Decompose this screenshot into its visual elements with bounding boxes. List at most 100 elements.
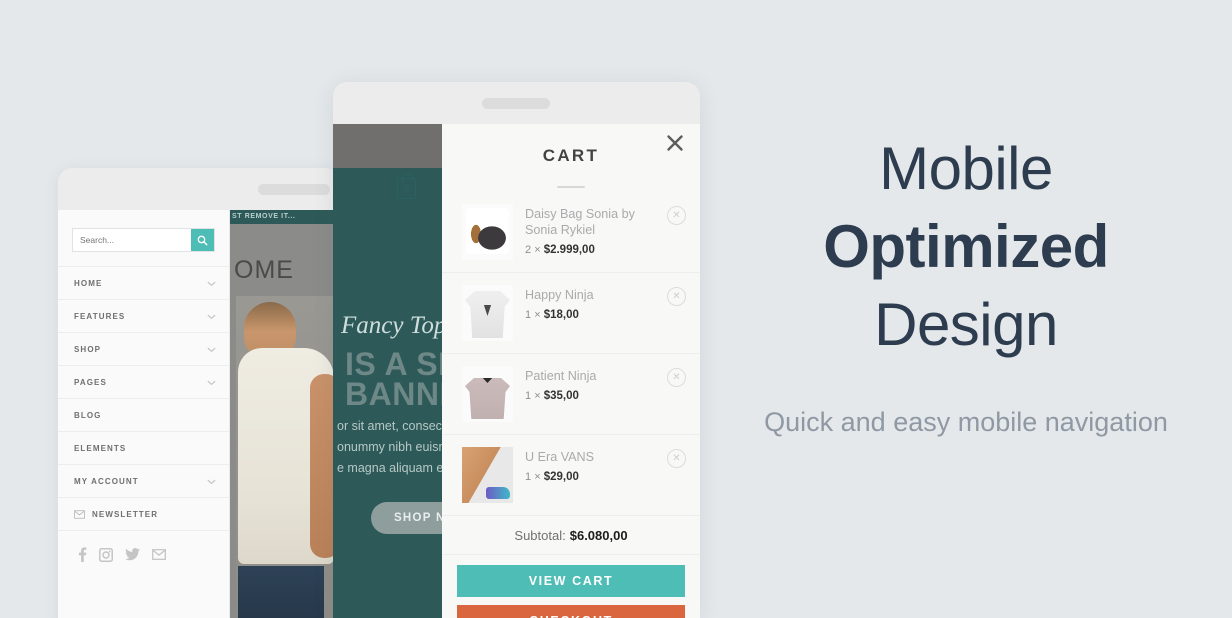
banner-overlay-bar (333, 124, 442, 168)
list-item[interactable]: U Era VANS 1 × $29,00 ✕ (442, 434, 700, 515)
cart-item-name: Daisy Bag Sonia by Sonia Rykiel (525, 207, 635, 237)
remove-item-icon[interactable]: ✕ (667, 368, 686, 387)
sidebar-item-shop[interactable]: SHOP (58, 332, 229, 365)
search-row (58, 210, 229, 266)
hero-banner: 5 Fancy Top Title IS A SIMPLE BANNER or … (333, 124, 442, 618)
center-phone-screen: 5 Fancy Top Title IS A SIMPLE BANNER or … (333, 124, 700, 618)
banner-body-line: e magna aliquam erat (337, 461, 442, 475)
sidebar-item-home[interactable]: HOME (58, 266, 229, 299)
cart-item-multiply-sign: × (534, 244, 541, 256)
headline: Mobile Optimized Design (760, 130, 1172, 364)
hero-photo-jeans (238, 566, 324, 618)
search-box[interactable] (72, 228, 215, 252)
sidebar-item-label: SHOP (74, 344, 102, 354)
close-cart-button[interactable] (662, 130, 688, 156)
banner-body-line: or sit amet, consectetuer (337, 419, 442, 433)
promo-topbar: ST REMOVE IT... (230, 210, 340, 224)
left-phone-background-page: ST REMOVE IT... OME 5 (230, 210, 340, 618)
cart-subtotal: Subtotal: $6.080,00 (442, 515, 700, 555)
tshirt-thumbnail (462, 285, 513, 341)
close-icon (667, 135, 683, 151)
chevron-down-icon (207, 314, 216, 319)
view-cart-button[interactable]: VIEW CART (457, 565, 685, 597)
search-icon (197, 235, 208, 246)
sidebar-item-label: NEWSLETTER (92, 509, 159, 519)
cart-item-price: $35,00 (543, 390, 579, 402)
hoodie-thumbnail (462, 366, 513, 422)
cart-item-price: $2.999,00 (543, 244, 595, 256)
cart-item-multiply-sign: × (534, 471, 541, 483)
sidebar-item-label: FEATURES (74, 311, 126, 321)
headline-line3: Design (874, 291, 1058, 358)
cart-item-qty: 1 (525, 471, 532, 483)
remove-item-icon[interactable]: ✕ (667, 206, 686, 225)
checkout-button[interactable]: CHECKOUT (457, 605, 685, 618)
chevron-down-icon (207, 479, 216, 484)
instagram-icon[interactable] (99, 547, 113, 562)
cart-item-qty: 1 (525, 390, 532, 402)
headline-line2: Optimized (823, 213, 1109, 280)
remove-item-icon[interactable]: ✕ (667, 449, 686, 468)
sidebar-item-blog[interactable]: BLOG (58, 398, 229, 431)
phone-speaker-grill (482, 98, 550, 109)
cart-item-qty-price: 1 × $18,00 (525, 309, 667, 321)
email-icon[interactable] (152, 549, 166, 560)
handbag-thumbnail (462, 204, 513, 260)
cart-header: CART (442, 124, 700, 188)
cart-icon[interactable]: 5 (397, 174, 416, 199)
sidebar-item-newsletter[interactable]: NEWSLETTER (58, 497, 229, 530)
search-input[interactable] (73, 229, 191, 251)
cart-item-name: Happy Ninja (525, 288, 594, 302)
cart-item-name: U Era VANS (525, 450, 595, 464)
phone-speaker-grill (258, 184, 330, 195)
sidebar-item-label: BLOG (74, 410, 102, 420)
sidebar-item-label: PAGES (74, 377, 107, 387)
cart-item-info: Daisy Bag Sonia by Sonia Rykiel 2 × $2.9… (525, 204, 667, 256)
cart-count: 5 (404, 183, 409, 193)
cart-panel: CART Daisy Bag Sonia by Sonia Rykiel 2 ×… (442, 124, 700, 618)
list-item[interactable]: Patient Ninja 1 × $35,00 ✕ (442, 353, 700, 434)
banner-body-text: or sit amet, consectetuer onummy nibh eu… (337, 416, 442, 479)
cart-drag-handle[interactable] (557, 186, 585, 188)
subtotal-value: $6.080,00 (569, 527, 628, 543)
cart-item-qty-price: 1 × $35,00 (525, 390, 667, 402)
cart-item-info: U Era VANS 1 × $29,00 (525, 447, 667, 483)
sidebar-item-label: MY ACCOUNT (74, 476, 139, 486)
twitter-icon[interactable] (125, 548, 140, 561)
cart-item-qty-price: 2 × $2.999,00 (525, 244, 667, 256)
left-phone-mockup: ST REMOVE IT... OME 5 (58, 168, 340, 618)
social-links (58, 530, 229, 562)
remove-item-icon[interactable]: ✕ (667, 287, 686, 306)
cart-item-price: $29,00 (543, 471, 579, 483)
banner-headline-line2: BANNER (345, 376, 442, 412)
cart-item-multiply-sign: × (534, 309, 541, 321)
cart-item-multiply-sign: × (534, 390, 541, 402)
chevron-down-icon (207, 347, 216, 352)
headline-line1: Mobile (879, 135, 1053, 202)
chevron-down-icon (207, 380, 216, 385)
list-item[interactable]: Daisy Bag Sonia by Sonia Rykiel 2 × $2.9… (442, 192, 700, 272)
shop-now-button[interactable]: SHOP NOW (371, 502, 442, 534)
subtotal-label: Subtotal: (514, 527, 566, 543)
cart-item-qty-price: 1 × $29,00 (525, 471, 667, 483)
facebook-icon[interactable] (78, 547, 87, 562)
sidebar-item-pages[interactable]: PAGES (58, 365, 229, 398)
page-title: OME (234, 256, 294, 284)
sidebar-item-my-account[interactable]: MY ACCOUNT (58, 464, 229, 497)
center-phone-mockup: 5 Fancy Top Title IS A SIMPLE BANNER or … (333, 82, 700, 618)
search-button[interactable] (191, 229, 214, 251)
sidebar-item-label: HOME (74, 278, 103, 288)
list-item[interactable]: Happy Ninja 1 × $18,00 ✕ (442, 272, 700, 353)
sidebar-item-features[interactable]: FEATURES (58, 299, 229, 332)
banner-body-line: onummy nibh euismod (337, 440, 442, 454)
cart-item-qty: 1 (525, 309, 532, 321)
mail-icon (74, 509, 85, 519)
promo-banner: ST REMOVE IT... OME 5 (0, 0, 1232, 618)
cart-item-info: Patient Ninja 1 × $35,00 (525, 366, 667, 402)
sneakers-thumbnail (462, 447, 513, 503)
cart-item-price: $18,00 (543, 309, 579, 321)
sidebar-item-elements[interactable]: ELEMENTS (58, 431, 229, 464)
hero-photo (236, 296, 340, 618)
cart-item-info: Happy Ninja 1 × $18,00 (525, 285, 667, 321)
left-phone-screen: ST REMOVE IT... OME 5 (58, 210, 340, 618)
